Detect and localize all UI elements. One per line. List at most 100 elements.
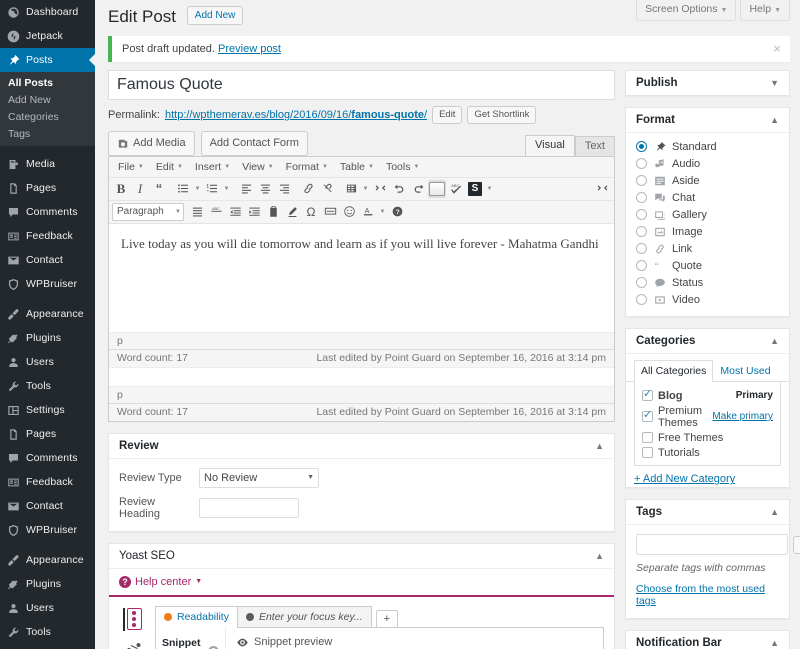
yoast-content-optimization-icon[interactable] (122, 607, 142, 631)
sidebar-item-jetpack[interactable]: Jetpack (0, 24, 95, 48)
sidebar-item-plugins[interactable]: Plugins (0, 326, 95, 350)
format-select[interactable]: Paragraph ▼ (112, 202, 184, 221)
help-button[interactable]: Help ▼ (740, 0, 790, 21)
metabox-format-header[interactable]: Format ▲ (626, 108, 789, 134)
add-media-button[interactable]: Add Media (108, 131, 195, 156)
edit-permalink-button[interactable]: Edit (432, 106, 463, 125)
radio-button[interactable] (636, 243, 647, 255)
category-item[interactable]: Blog Primary (642, 388, 773, 403)
metabox-notification-bar-header[interactable]: Notification Bar ▲ (626, 631, 789, 649)
chevron-up-icon[interactable]: ▲ (770, 638, 779, 648)
sidebar-item-feedback[interactable]: Feedback (0, 470, 95, 494)
radio-button[interactable] (636, 277, 647, 289)
unlink-icon[interactable] (318, 180, 336, 198)
radio-button[interactable] (636, 192, 647, 204)
sidebar-item-feedback[interactable]: Feedback (0, 224, 95, 248)
sidebar-subitem-tags[interactable]: Tags (0, 125, 95, 142)
add-new-button[interactable]: Add New (186, 6, 244, 25)
sidebar-item-wpbruiser[interactable]: WPBruiser (0, 272, 95, 296)
shortcode-icon[interactable]: S (466, 180, 484, 198)
format-option-standard[interactable]: Standard (636, 138, 779, 155)
numbered-list-options-icon[interactable]: ▼ (222, 180, 231, 198)
review-type-select[interactable]: No Review ▼ (199, 467, 319, 488)
sidebar-item-tools[interactable]: Tools (0, 374, 95, 398)
category-item[interactable]: Free Themes (642, 430, 773, 445)
radio-button[interactable] (636, 141, 647, 153)
editor-menu-format[interactable]: Format ▼ (281, 159, 333, 175)
add-contact-form-button[interactable]: Add Contact Form (200, 131, 308, 156)
sidebar-subitem-categories[interactable]: Categories (0, 108, 95, 125)
format-option-aside[interactable]: Aside (636, 172, 779, 189)
metabox-categories-header[interactable]: Categories ▲ (626, 329, 789, 355)
sidebar-item-contact[interactable]: Contact (0, 494, 95, 518)
link-icon[interactable] (299, 180, 317, 198)
bulleted-list-options-icon[interactable]: ▼ (193, 180, 202, 198)
post-title-input[interactable] (108, 70, 615, 101)
format-option-link[interactable]: Link (636, 240, 779, 257)
sidebar-item-pages[interactable]: Pages (0, 176, 95, 200)
justify-icon[interactable] (188, 203, 206, 221)
tags-input[interactable] (636, 534, 788, 556)
strikethrough-icon[interactable]: ABC (207, 203, 225, 221)
blockquote-icon[interactable]: “ (150, 180, 168, 198)
category-checkbox[interactable] (642, 409, 653, 423)
bulleted-list-icon[interactable] (174, 180, 192, 198)
fullscreen-icon[interactable] (593, 180, 611, 198)
italic-icon[interactable]: I (131, 180, 149, 198)
emoji-icon[interactable] (340, 203, 358, 221)
screen-options-button[interactable]: Screen Options ▼ (636, 0, 737, 21)
format-option-status[interactable]: Status (636, 274, 779, 291)
format-option-image[interactable]: Image (636, 223, 779, 240)
add-keyword-button[interactable]: + (375, 609, 399, 628)
chevron-up-icon[interactable]: ▲ (770, 507, 779, 517)
help-icon[interactable]: ? (388, 203, 406, 221)
text-color-icon[interactable]: A (359, 203, 377, 221)
editor-menu-tools[interactable]: Tools ▼ (381, 159, 424, 175)
radio-button[interactable] (636, 294, 647, 306)
radio-button[interactable] (636, 260, 647, 272)
align-left-icon[interactable] (237, 180, 255, 198)
align-right-icon[interactable] (275, 180, 293, 198)
category-checkbox[interactable] (642, 432, 653, 444)
tab-all-categories[interactable]: All Categories (634, 360, 714, 383)
sidebar-item-appearance[interactable]: Appearance (0, 302, 95, 326)
editor-menu-edit[interactable]: Edit ▼ (151, 159, 188, 175)
tab-most-used[interactable]: Most Used (713, 360, 777, 382)
preview-post-link[interactable]: Preview post (218, 43, 281, 55)
numbered-list-icon[interactable] (203, 180, 221, 198)
sidebar-item-plugins[interactable]: Plugins (0, 572, 95, 596)
sidebar-item-contact[interactable]: Contact (0, 248, 95, 272)
sidebar-subitem-add-new[interactable]: Add New (0, 91, 95, 108)
tab-visual[interactable]: Visual (525, 134, 575, 156)
format-option-gallery[interactable]: Gallery (636, 206, 779, 223)
tab-focus-keyword[interactable]: Enter your focus key... (236, 605, 372, 628)
chevron-up-icon[interactable]: ▲ (770, 115, 779, 125)
table-icon[interactable] (342, 180, 360, 198)
sidebar-item-media[interactable]: Media (0, 152, 95, 176)
make-primary-link[interactable]: Make primary (712, 411, 773, 422)
undo-icon[interactable] (390, 180, 408, 198)
text-color-options-icon[interactable]: ▼ (378, 203, 387, 221)
sidebar-item-comments[interactable]: Comments (0, 446, 95, 470)
shortcode-options-icon[interactable]: ▼ (485, 180, 494, 198)
more-tag-icon[interactable] (371, 180, 389, 198)
chevron-up-icon[interactable]: ▲ (595, 551, 604, 561)
tab-readability[interactable]: Readability (155, 605, 238, 628)
page-break-icon[interactable] (321, 203, 339, 221)
most-used-tags-link[interactable]: Choose from the most used tags (636, 583, 779, 607)
add-new-category-link[interactable]: + Add New Category (626, 466, 789, 487)
sidebar-item-users[interactable]: Users (0, 350, 95, 374)
radio-button[interactable] (636, 226, 647, 238)
category-checkbox[interactable] (642, 388, 653, 402)
format-option-quote[interactable]: “ Quote (636, 257, 779, 274)
indent-icon[interactable] (245, 203, 263, 221)
radio-button[interactable] (636, 209, 647, 221)
editor-menu-view[interactable]: View ▼ (237, 159, 279, 175)
close-icon[interactable]: × (770, 42, 784, 56)
editor-menu-table[interactable]: Table ▼ (335, 159, 379, 175)
sidebar-item-posts[interactable]: Posts (0, 48, 95, 72)
radio-button[interactable] (636, 158, 647, 170)
share-icon[interactable] (125, 641, 143, 649)
format-option-video[interactable]: Video (636, 291, 779, 308)
sidebar-item-tools[interactable]: Tools (0, 620, 95, 644)
